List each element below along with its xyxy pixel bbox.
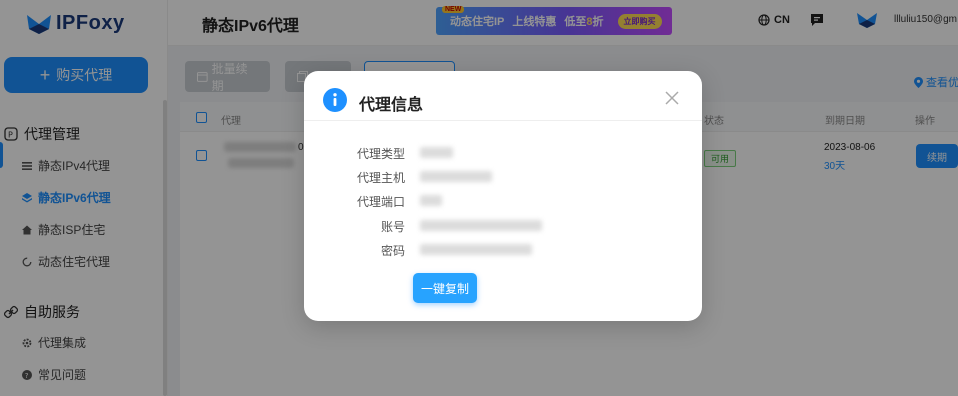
close-icon[interactable] [665, 91, 679, 105]
copy-all-button[interactable]: 一键复制 [413, 273, 477, 303]
modal-title: 代理信息 [359, 97, 424, 114]
redacted-proxy-type [420, 147, 453, 158]
modal-header: 代理信息 [304, 71, 702, 121]
redacted-proxy-host [420, 171, 492, 182]
proxy-info-modal: 代理信息 代理类型 代理主机 代理端口 账号 密码 一键复制 [304, 71, 702, 321]
label-proxy-type: 代理类型 [356, 147, 405, 161]
label-account: 账号 [380, 220, 405, 234]
label-proxy-host: 代理主机 [356, 171, 405, 185]
label-proxy-port: 代理端口 [356, 195, 405, 209]
label-password: 密码 [380, 244, 405, 258]
redacted-proxy-port [420, 195, 442, 206]
redacted-account [420, 220, 542, 231]
info-icon [323, 88, 347, 112]
redacted-password [420, 244, 532, 255]
